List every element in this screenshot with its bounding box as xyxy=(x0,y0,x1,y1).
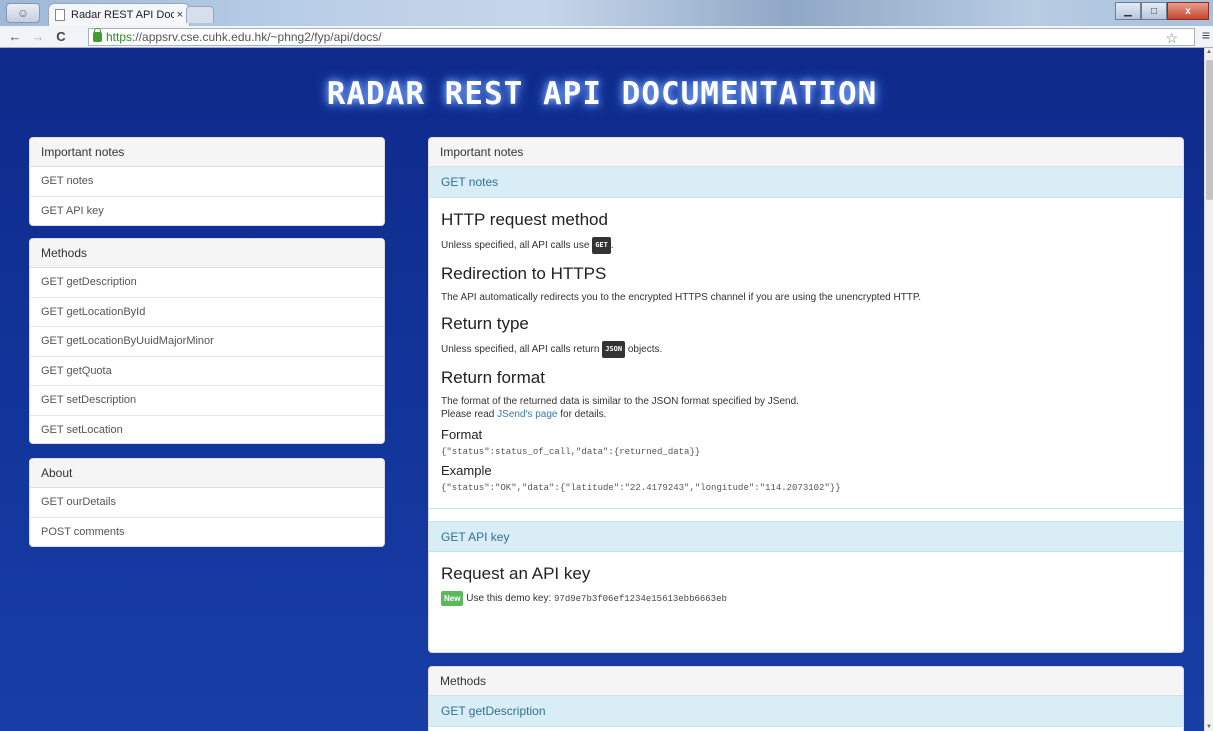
window-controls: ▁ □ x xyxy=(1115,2,1209,20)
format-code: {"status":status_of_call,"data":{returne… xyxy=(441,447,701,457)
sidebar-item-get-location-by-uuid[interactable]: GET getLocationByUuidMajorMinor xyxy=(30,327,384,357)
return-type-title: Return type xyxy=(441,314,529,333)
return-type-post: objects. xyxy=(625,344,663,356)
http-method-text-post: . xyxy=(610,240,614,252)
section-spacer xyxy=(429,509,1183,521)
format-title: Format xyxy=(441,427,483,442)
reload-icon[interactable]: C xyxy=(52,29,70,44)
page-icon xyxy=(55,9,65,21)
return-type-text: Unless specified, all API calls return J… xyxy=(441,341,1171,358)
jsend-link[interactable]: JSend's page xyxy=(497,409,557,420)
window-titlebar: ☺ Radar REST API Document × ▁ □ x xyxy=(0,0,1213,26)
lock-icon xyxy=(93,28,102,42)
api-key-value: 97d9e7b3f06ef1234e15613ebb6663eb xyxy=(554,594,727,605)
bookmark-star-icon[interactable]: ☆ xyxy=(1165,30,1178,47)
sidebar-notes-panel: Important notes GET notes GET API key xyxy=(29,137,385,226)
sidebar-about-panel: About GET ourDetails POST comments xyxy=(29,458,385,547)
section-gap xyxy=(429,499,1183,509)
page-scrollbar[interactable]: ▲ ▼ xyxy=(1204,48,1213,731)
new-tab-button[interactable] xyxy=(186,6,214,23)
api-key-text: New Use this demo key: 97d9e7b3f06ef1234… xyxy=(441,591,1171,606)
sidebar-item-set-description[interactable]: GET setDescription xyxy=(30,386,384,416)
minimize-button[interactable]: ▁ xyxy=(1115,2,1141,20)
page-title: RADAR REST API DOCUMENTATION xyxy=(326,76,878,112)
sidebar-item-get-quota[interactable]: GET getQuota xyxy=(30,357,384,387)
example-code: {"status":"OK","data":{"latitude":"22.41… xyxy=(441,483,841,493)
back-icon[interactable]: ← xyxy=(6,29,24,44)
get-api-key-heading: GET API key xyxy=(429,521,1183,552)
sidebar-item-set-location[interactable]: GET setLocation xyxy=(30,416,384,443)
sidebar-item-get-notes[interactable]: GET notes xyxy=(30,167,384,197)
get-description-heading: GET getDescription xyxy=(429,696,1183,727)
sidebar-item-get-api-key[interactable]: GET API key xyxy=(30,197,384,225)
main-notes-panel: Important notes GET notes HTTP request m… xyxy=(428,137,1184,653)
close-window-button[interactable]: x xyxy=(1167,2,1209,20)
sidebar-methods-panel: Methods GET getDescription GET getLocati… xyxy=(29,238,385,444)
redirect-text: The API automatically redirects you to t… xyxy=(441,292,922,303)
redirect-title: Redirection to HTTPS xyxy=(441,264,607,283)
main-methods-heading: Methods xyxy=(429,667,1183,696)
json-badge: JSON xyxy=(602,341,626,358)
get-notes-heading: GET notes xyxy=(429,167,1183,198)
sidebar-methods-heading: Methods xyxy=(30,239,384,268)
browser-toolbar: ← → C https://appsrv.cse.cuhk.edu.hk/~ph… xyxy=(0,26,1213,48)
http-method-text-pre: Unless specified, all API calls use xyxy=(441,240,593,252)
sidebar-item-our-details[interactable]: GET ourDetails xyxy=(30,488,384,518)
return-format-line2-post: for details. xyxy=(557,409,607,420)
example-title: Example xyxy=(441,463,492,478)
get-api-key-body: Request an API key New Use this demo key… xyxy=(429,552,1183,606)
tab-close-icon[interactable]: × xyxy=(177,9,183,21)
main-methods-panel: Methods GET getDescription xyxy=(428,666,1184,731)
sidebar-about-heading: About xyxy=(30,459,384,488)
scroll-thumb[interactable] xyxy=(1206,60,1213,200)
http-method-title: HTTP request method xyxy=(441,210,608,229)
tab-title: Radar REST API Document xyxy=(71,9,174,21)
sidebar-item-get-location-by-id[interactable]: GET getLocationById xyxy=(30,298,384,328)
page-body: RADAR REST API DOCUMENTATION Important n… xyxy=(0,48,1204,731)
url-path: ://appsrv.cse.cuhk.edu.hk/~phng2/fyp/api… xyxy=(132,30,382,44)
main-notes-heading: Important notes xyxy=(429,138,1183,167)
browser-tab[interactable]: Radar REST API Document × xyxy=(48,3,190,26)
return-type-pre: Unless specified, all API calls return xyxy=(441,344,603,356)
scroll-down-icon[interactable]: ▼ xyxy=(1206,724,1212,730)
api-key-title: Request an API key xyxy=(441,564,591,583)
sidebar-item-post-comments[interactable]: POST comments xyxy=(30,518,384,546)
maximize-button[interactable]: □ xyxy=(1141,2,1167,20)
return-format-line2-pre: Please read xyxy=(441,409,498,420)
new-badge: New xyxy=(441,591,464,606)
browser-menu-icon[interactable]: ≡ xyxy=(1202,27,1210,43)
url-scheme: https xyxy=(106,30,133,44)
forward-icon[interactable]: → xyxy=(29,29,47,44)
http-method-text: Unless specified, all API calls use GET. xyxy=(441,237,1171,254)
get-notes-body: HTTP request method Unless specified, al… xyxy=(429,198,1183,493)
return-format-title: Return format xyxy=(441,368,545,387)
scroll-up-icon[interactable]: ▲ xyxy=(1206,49,1212,55)
sidebar-item-get-description[interactable]: GET getDescription xyxy=(30,268,384,298)
get-badge: GET xyxy=(592,237,611,254)
return-format-line1: The format of the returned data is simil… xyxy=(441,396,799,407)
return-format-text: The format of the returned data is simil… xyxy=(441,395,1171,421)
chrome-menu-icon[interactable]: ☺ xyxy=(6,3,40,23)
api-key-label: Use this demo key: xyxy=(463,593,555,605)
sidebar-notes-heading: Important notes xyxy=(30,138,384,167)
address-bar[interactable]: https://appsrv.cse.cuhk.edu.hk/~phng2/fy… xyxy=(88,28,1195,46)
